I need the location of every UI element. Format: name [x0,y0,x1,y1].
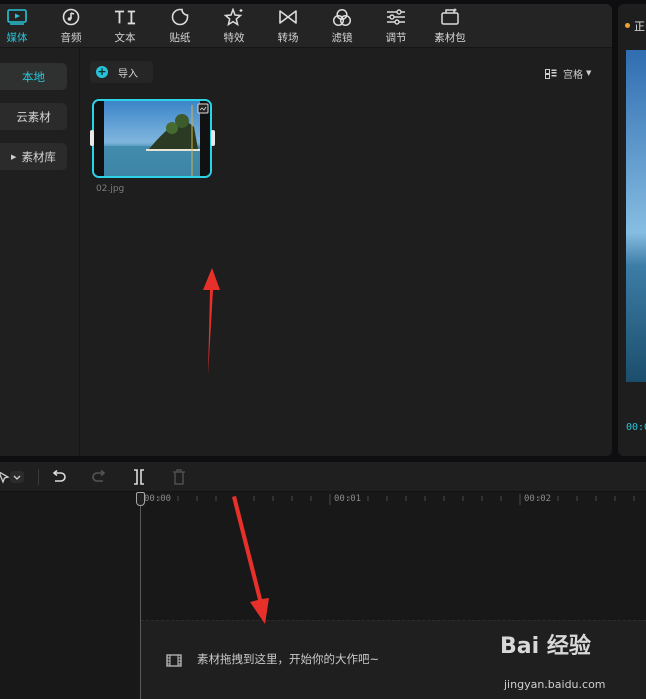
playhead-handle[interactable] [136,492,145,506]
tab-transition[interactable]: 转场 [265,7,311,47]
view-mode-label: 宫格 [563,69,583,81]
undo-button[interactable] [50,468,68,486]
baidu-watermark: Bai 经验 jingyan.baidu.com [500,628,646,699]
preview-panel: 正 00:0 [618,4,646,456]
tab-adjust[interactable]: 调节 [373,7,419,47]
delete-button[interactable] [170,468,188,486]
tab-effects[interactable]: 特效 [211,7,257,47]
import-label: 导入 [118,68,138,80]
tab-media[interactable]: 媒体 [0,7,40,47]
tab-effects-label: 特效 [223,32,245,44]
undo-icon [52,470,66,482]
tab-material-pack-label: 素材包 [434,32,466,44]
timeline-toolbar [0,462,646,492]
chevron-down-icon: ▼ [586,69,592,77]
tab-audio-label: 音频 [60,32,82,44]
import-button[interactable]: + 导入 [90,61,153,83]
effects-star-icon [223,7,245,27]
preview-timecode: 00:0 [626,422,646,433]
grid-view-icon [545,64,557,83]
text-ti-icon [114,7,136,27]
tab-filter-label: 滤镜 [331,32,353,44]
media-thumbnail[interactable] [92,99,212,178]
ruler-label: 00:01 [334,494,362,504]
view-mode-dropdown[interactable]: 宫格 ▼ [545,65,591,81]
sidebar-item-library[interactable]: ▶ 素材库 [0,143,67,170]
filter-circles-icon [331,7,353,27]
toolbar-divider [38,469,39,485]
ruler-label: 00:00 [144,494,172,504]
trash-icon [173,469,185,485]
preview-title: 正 [634,20,645,33]
drop-hint-text: 素材拖拽到这里，开始你的大作吧~ [197,652,380,666]
timeline-ruler[interactable]: 00:00 00:01 00:02 [0,493,646,509]
island-photo-image [94,101,210,176]
ruler-label: 00:02 [524,494,552,504]
split-button[interactable] [130,468,148,486]
watermark-brand: Bai 经验 [500,634,591,659]
plus-icon: + [96,65,108,78]
tab-sticker-label: 贴纸 [169,32,191,44]
adjust-sliders-icon [385,7,407,27]
tab-filter[interactable]: 滤镜 [319,7,365,47]
tab-audio[interactable]: 音频 [48,7,94,47]
sidebar-item-label: 素材库 [21,149,56,164]
material-pack-icon [439,7,461,27]
tab-media-label: 媒体 [6,32,28,44]
sidebar-item-label: 本地 [22,69,45,84]
sticker-icon [169,7,191,27]
audio-note-icon [60,7,82,27]
media-play-icon [6,7,28,27]
tab-adjust-label: 调节 [385,32,407,44]
sidebar-item-cloud[interactable]: 云素材 [0,103,67,130]
transition-bowtie-icon [277,7,299,27]
cursor-icon [0,471,24,484]
tab-material-pack[interactable]: 素材包 [427,7,473,47]
thumbnail-right-handle[interactable] [211,130,215,146]
thumbnail-left-handle[interactable] [90,130,94,146]
sidebar-item-label: 云素材 [16,109,51,124]
status-dot [625,23,630,28]
watermark-url: jingyan.baidu.com [504,678,606,691]
media-file-name: 02.jpg [96,184,125,194]
film-strip-icon [166,652,182,671]
select-tool-dropdown[interactable] [0,468,28,486]
redo-button[interactable] [90,468,108,486]
preview-image [626,50,646,382]
top-toolbar: 媒体 音频 文本 贴纸 特效 转场 滤镜 调节 素材包 [0,4,612,48]
expand-triangle-icon: ▶ [11,152,17,161]
redo-icon [92,470,106,482]
tab-text[interactable]: 文本 [102,7,148,47]
split-icon [134,469,144,485]
app-root: 媒体 音频 文本 贴纸 特效 转场 滤镜 调节 素材包 本地 云素材 ▶ 素材库… [0,0,646,699]
sidebar-item-local[interactable]: 本地 [0,63,67,90]
tab-sticker[interactable]: 贴纸 [157,7,203,47]
tab-text-label: 文本 [114,32,136,44]
media-sidebar: 本地 云素材 ▶ 素材库 [0,48,80,456]
tab-transition-label: 转场 [277,32,299,44]
